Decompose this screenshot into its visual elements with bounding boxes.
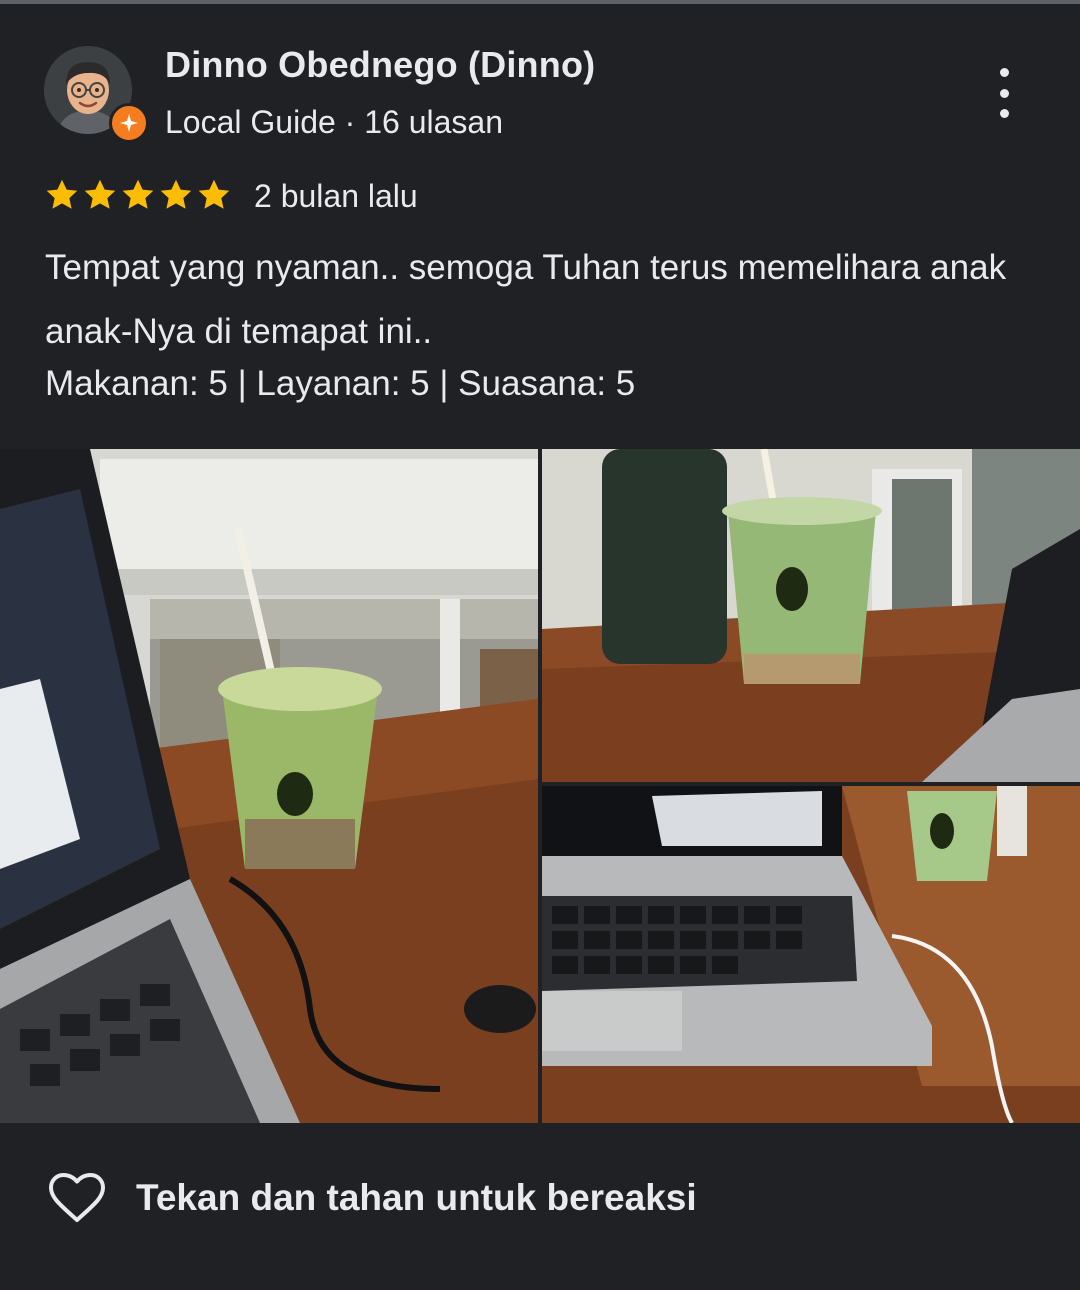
reaction-label: Tekan dan tahan untuk bereaksi — [136, 1177, 697, 1218]
review-photo-1[interactable] — [0, 449, 538, 1123]
local-guide-star-icon — [109, 103, 149, 143]
review-text: Tempat yang nyaman.. semoga Tuhan terus … — [45, 248, 1007, 351]
star-icon — [122, 179, 154, 209]
review-time: 2 bulan lalu — [254, 178, 418, 214]
star-rating — [44, 177, 232, 213]
review-photo-3[interactable] — [542, 786, 1080, 1123]
review-photo-2[interactable] — [542, 449, 1080, 782]
top-divider — [0, 0, 1080, 4]
heart-outline-icon[interactable] — [48, 1172, 106, 1224]
star-icon — [160, 179, 192, 209]
aspect-ratings: Makanan: 5 | Layanan: 5 | Suasana: 5 — [45, 364, 636, 403]
star-icon — [198, 179, 230, 209]
author-meta[interactable]: Local Guide · 16 ulasan — [165, 104, 503, 141]
star-icon — [84, 179, 116, 209]
more-options-icon[interactable] — [984, 68, 1024, 118]
star-icon — [46, 179, 78, 209]
reaction-bar[interactable]: Tekan dan tahan untuk bereaksi — [48, 1172, 697, 1224]
author-name[interactable]: Dinno Obednego (Dinno) — [165, 44, 595, 86]
